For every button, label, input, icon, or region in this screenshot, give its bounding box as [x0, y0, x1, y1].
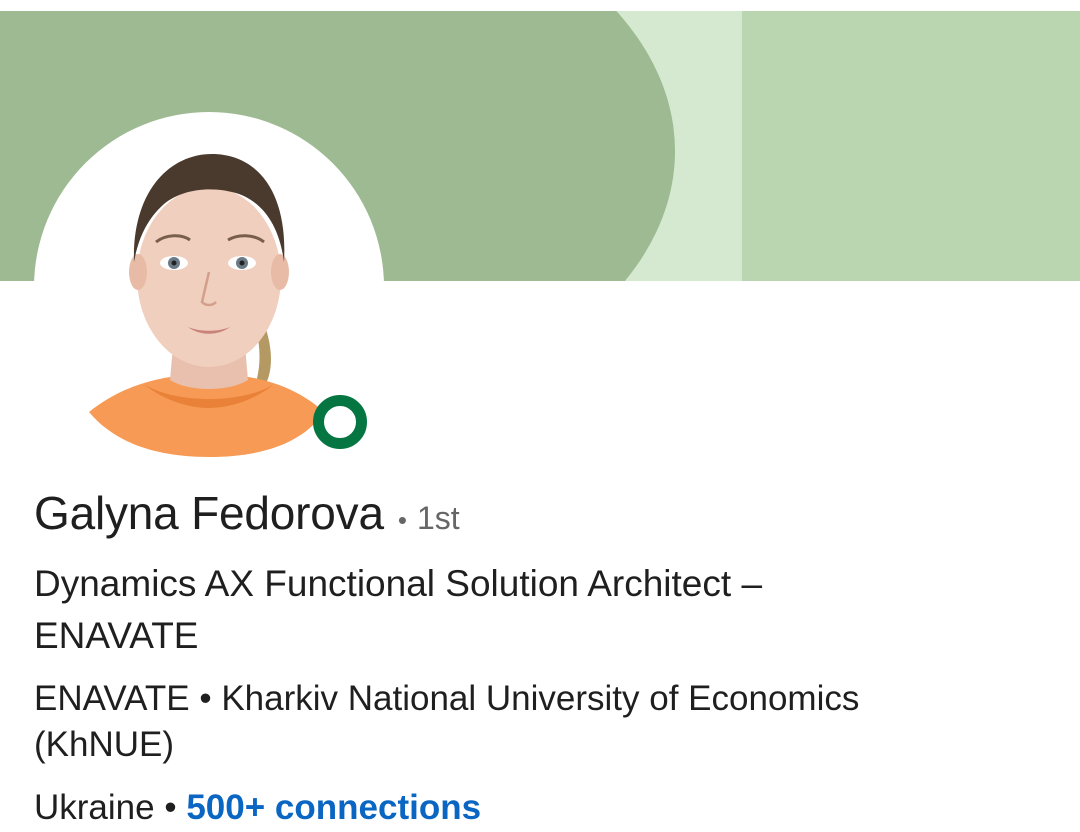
profile-headline: Dynamics AX Functional Solution Architec… — [34, 563, 763, 656]
profile-name: Galyna Fedorova — [34, 487, 384, 539]
profile-location: Ukraine — [34, 788, 155, 827]
connection-degree: 1st — [416, 500, 460, 536]
separator-dot: • — [397, 505, 407, 535]
connections-link[interactable]: 500+ connections — [186, 788, 481, 827]
separator-dot: • — [199, 679, 212, 718]
location-row: Ukraine • 500+ connections — [34, 784, 481, 832]
status-bar-strip — [0, 0, 1080, 11]
profile-name-row: Galyna Fedorova • 1st — [34, 486, 460, 540]
separator-dot: • — [164, 788, 177, 827]
current-company[interactable]: ENAVATE — [34, 679, 190, 718]
profile-affiliations: ENAVATE • Kharkiv National University of… — [34, 676, 994, 768]
online-status-icon — [313, 395, 367, 449]
